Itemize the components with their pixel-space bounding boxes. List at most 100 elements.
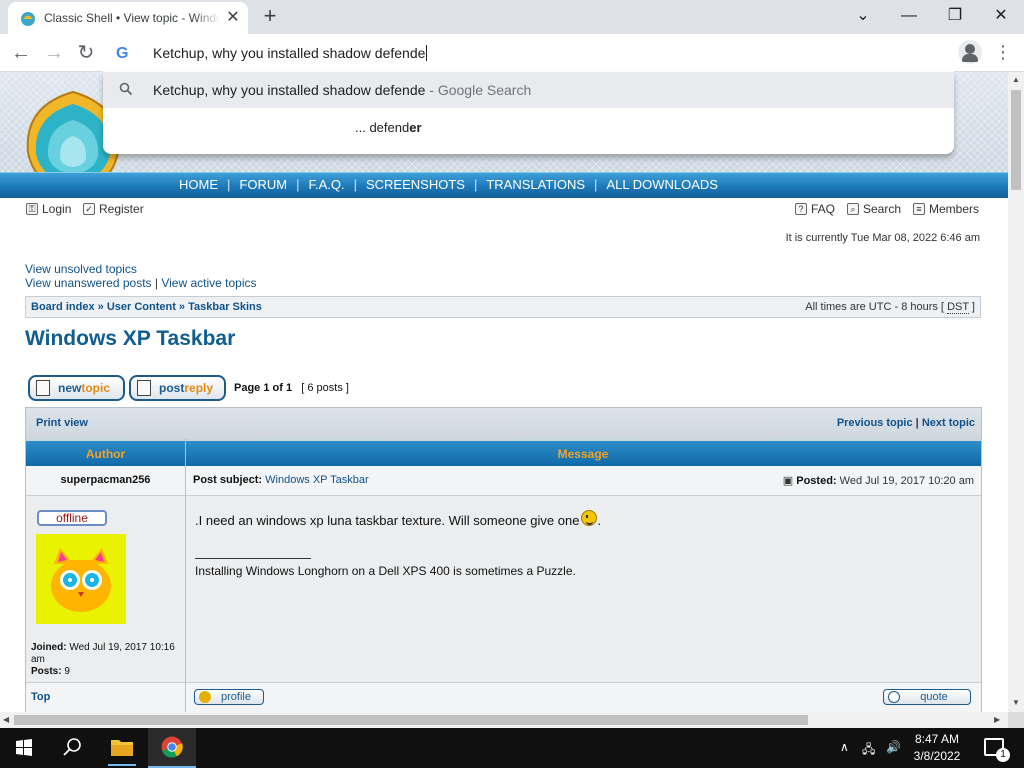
post-subject-link[interactable]: Windows XP Taskbar [265,474,369,486]
post-page-icon[interactable]: ▣ [783,475,793,487]
nav-all-downloads[interactable]: ALL DOWNLOADS [597,177,727,192]
link-separator: | [151,276,162,290]
address-bar[interactable]: G Ketchup, why you installed shadow defe… [103,36,954,72]
table-header: Author Message [26,438,981,466]
horizontal-scrollbar[interactable]: ◀ ▶ [0,712,1008,728]
top-link[interactable]: Top [31,691,50,703]
quote-button[interactable]: quote [883,689,971,705]
address-bar-input[interactable]: Ketchup, why you installed shadow defend… [153,44,427,62]
scroll-right-icon[interactable]: ▶ [994,715,1000,724]
nav-translations[interactable]: TRANSLATIONS [477,177,594,192]
google-icon: G [116,45,129,62]
taskbar-clock[interactable]: 8:47 AM 3/8/2022 [900,731,974,765]
windows-start-icon[interactable] [0,728,48,768]
page-viewport: HOME | FORUM | F.A.Q. | SCREENSHOTS | TR… [0,72,1008,712]
new-topic-button[interactable]: newtopic [28,375,125,401]
search-icon [119,82,133,96]
dst-abbr: DST [947,301,969,314]
reload-button[interactable]: ↻ [73,40,99,66]
post-count: [ 6 posts ] [301,382,349,394]
back-button[interactable]: ← [8,40,34,66]
tab-close-icon[interactable]: ✕ [224,9,242,27]
wink-smiley-icon [581,510,598,526]
forward-button[interactable]: → [41,40,67,66]
page-number: Page 1 of 1 [234,382,293,394]
breadcrumb-board-index[interactable]: Board index [31,301,95,313]
suggestion-source: - Google Search [425,82,532,98]
chrome-icon[interactable] [148,728,196,768]
nav-home[interactable]: HOME [170,177,227,192]
post-date: ▣ Posted: Wed Jul 19, 2017 10:20 am [783,474,974,487]
suggestion-item[interactable]: Ketchup, why you installed shadow defend… [103,72,954,108]
posts-label: Posts: [31,666,62,677]
quick-links: View unsolved topics View unanswered pos… [25,262,256,290]
column-divider [185,438,186,712]
browser-menu-icon[interactable]: ⋮ [994,40,1012,64]
scrollbar-corner [1008,712,1024,728]
windows-taskbar: ∧ 🖧 🔊 8:47 AM 3/8/2022 1 [0,728,1024,768]
posts-count: 9 [64,666,70,677]
faq-link[interactable]: ? FAQ [795,202,835,216]
quote-button-label: quote [920,691,948,703]
view-unsolved-link[interactable]: View unsolved topics [25,262,137,276]
profile-avatar-icon[interactable] [958,40,982,64]
volume-icon[interactable]: 🔊 [886,740,901,754]
new-topic-label-b: topic [81,381,111,395]
scroll-up-icon[interactable]: ▲ [1012,75,1020,84]
topic-title[interactable]: Windows XP Taskbar [25,327,235,351]
magnifier-icon: ⌕ [847,203,859,215]
action-center-icon[interactable]: 1 [984,738,1010,762]
profile-button[interactable]: profile [194,689,264,705]
post-message: .I need an windows xp luna taskbar textu… [195,510,601,530]
tab-search-chevron-icon[interactable]: ⌄ [848,4,878,28]
suggestion-query: Ketchup, why you installed shadow defend… [153,82,426,98]
horizontal-scroll-thumb[interactable] [14,715,808,725]
topic-nav-separator: | [912,417,922,429]
file-explorer-icon[interactable] [98,728,146,768]
current-time: It is currently Tue Mar 08, 2022 6:46 am [785,232,980,244]
breadcrumb-taskbar-skins[interactable]: Taskbar Skins [188,301,262,313]
next-topic-link[interactable]: Next topic [922,417,975,429]
search-link[interactable]: ⌕ Search [847,202,901,216]
minimize-button[interactable]: — [894,4,924,28]
restore-button[interactable]: ❐ [940,4,970,28]
suggestion-item[interactable]: ... defender [355,119,422,137]
login-link[interactable]: ⚿ Login [26,202,71,216]
breadcrumb-separator: » [94,301,107,313]
post-subject-label: Post subject: [193,474,263,486]
post-message-end: . [597,513,602,528]
post-message-text: .I need an windows xp luna taskbar textu… [195,513,580,528]
scroll-down-icon[interactable]: ▼ [1012,698,1020,707]
previous-topic-link[interactable]: Previous topic [837,417,913,429]
post-reply-button[interactable]: postreply [129,375,226,401]
question-icon: ? [795,203,807,215]
view-active-link[interactable]: View active topics [161,276,256,290]
avatar[interactable] [36,534,126,624]
nav-forum[interactable]: FORUM [230,177,296,192]
clock-date: 3/8/2022 [913,749,961,763]
post-header-row: superpacman256 Post subject: Windows XP … [26,466,981,496]
network-icon[interactable]: 🖧 [862,740,875,761]
members-label: Members [929,202,980,216]
search-icon[interactable] [48,728,96,768]
view-unanswered-link[interactable]: View unanswered posts [25,276,152,290]
classic-shell-favicon-icon [21,12,35,26]
register-link[interactable]: ✓ Register [83,202,144,216]
joined-label: Joined: [31,642,67,653]
browser-tab[interactable]: Classic Shell • View topic - Windows XP … [8,2,248,34]
post-reply-label-a: post [159,381,185,395]
show-hidden-icons-chevron-icon[interactable]: ∧ [840,740,849,754]
breadcrumb-user-content[interactable]: User Content [107,301,176,313]
close-window-button[interactable]: ✕ [986,4,1016,28]
nav-screenshots[interactable]: SCREENSHOTS [357,177,474,192]
scroll-left-icon[interactable]: ◀ [3,715,9,724]
nav-faq[interactable]: F.A.Q. [299,177,353,192]
vertical-scrollbar[interactable]: ▲ ▼ [1008,72,1024,712]
post-reply-label-b: reply [184,381,214,395]
vertical-scroll-thumb[interactable] [1011,90,1021,190]
print-view-link[interactable]: Print view [36,417,88,429]
members-link[interactable]: ≡ Members [913,202,979,216]
new-tab-button[interactable]: + [259,5,281,28]
post-author[interactable]: superpacman256 [26,474,185,486]
breadcrumb-separator: » [175,301,189,313]
